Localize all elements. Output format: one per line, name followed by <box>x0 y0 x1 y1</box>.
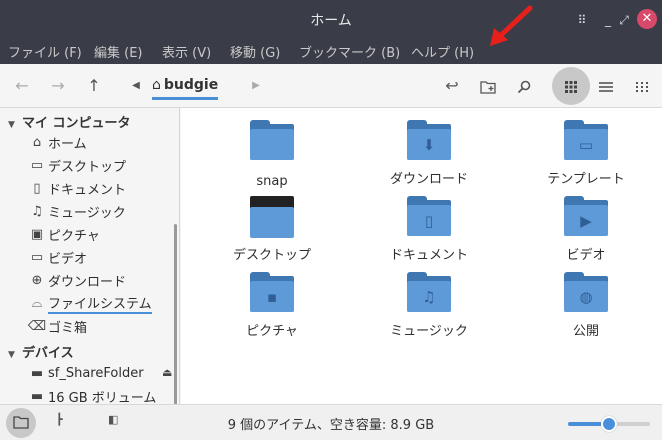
desktop-folder-icon <box>250 196 294 238</box>
download-icon: ⊕ <box>31 272 43 288</box>
list-view-button[interactable] <box>592 72 620 100</box>
search-icon[interactable] <box>510 72 538 100</box>
file-view: snap ⬇ ダウンロード ▭ テンプレート デスクトップ ▯ ドキュメント ▶… <box>181 108 662 404</box>
back-arrow-icon[interactable]: ← <box>8 72 36 100</box>
icon-view-button[interactable] <box>552 67 590 105</box>
close-button[interactable]: ✕ <box>637 9 657 29</box>
breadcrumb-label: budgie <box>163 76 219 93</box>
expand-triangle-icon: ▼ <box>8 120 15 130</box>
status-text: 9 個のアイテム、空き容量: 8.9 GB <box>227 418 435 433</box>
folder-icon <box>250 120 294 160</box>
up-arrow-icon[interactable]: ↑ <box>80 72 108 100</box>
eject-icon[interactable]: ⏏ <box>162 366 172 379</box>
menu-file[interactable]: ファイル (F) <box>8 42 82 61</box>
music-folder-icon: ♫ <box>407 272 451 312</box>
menu-go[interactable]: 移動 (G) <box>230 42 280 61</box>
title-bar: ホーム ⠿ _ ⤢ ✕ <box>0 0 662 38</box>
sidebar-item-music[interactable]: ♫ ミュージック <box>26 200 126 222</box>
sidebar-item-desktop[interactable]: ▭ デスクトップ <box>26 154 126 176</box>
sidebar-item-home[interactable]: ⌂ ホーム <box>26 131 87 153</box>
desktop-icon: ▭ <box>30 157 44 173</box>
toggle-location-icon[interactable]: ↩ <box>438 72 466 100</box>
menu-bookmarks[interactable]: ブックマーク (B) <box>299 42 400 61</box>
music-icon: ♫ <box>31 203 43 219</box>
sidebar-item-volume[interactable]: ▬ 16 GB ボリューム <box>26 385 157 405</box>
zoom-slider[interactable] <box>568 416 650 432</box>
breadcrumb-right-icon[interactable]: ▶ <box>242 72 270 100</box>
menu-view[interactable]: 表示 (V) <box>162 42 211 61</box>
sidebar-scrollbar[interactable] <box>174 224 177 404</box>
compact-view-button[interactable] <box>628 72 656 100</box>
public-folder-icon: ◍ <box>564 272 608 312</box>
video-folder-icon: ▶ <box>564 196 608 236</box>
file-item-videos[interactable]: ▶ ビデオ <box>521 196 651 263</box>
home-icon: ⌂ <box>152 76 161 93</box>
toolbar: ← → ↑ ◀ ⌂ budgie ▶ ↩ <box>0 64 662 108</box>
annotation-arrow-icon <box>490 5 533 46</box>
drive-icon: ⌓ <box>31 295 43 311</box>
breadcrumb-left-icon[interactable]: ◀ <box>122 72 150 100</box>
file-item-desktop[interactable]: デスクトップ <box>207 196 337 263</box>
maximize-button[interactable]: ⤢ <box>614 10 634 30</box>
grid-menu-icon[interactable]: ⠿ <box>572 10 592 30</box>
picture-folder-icon: ▪ <box>250 272 294 312</box>
file-item-downloads[interactable]: ⬇ ダウンロード <box>364 120 494 187</box>
file-item-public[interactable]: ◍ 公開 <box>521 272 651 339</box>
file-item-templates[interactable]: ▭ テンプレート <box>521 120 651 187</box>
sidebar-item-downloads[interactable]: ⊕ ダウンロード <box>26 269 126 291</box>
sidebar-item-sharefolder[interactable]: ▬ sf_ShareFolder <box>26 362 144 384</box>
menu-help[interactable]: ヘルプ (H) <box>411 42 474 61</box>
status-bar: ┣ ◧ 9 個のアイテム、空き容量: 8.9 GB <box>0 404 662 440</box>
new-folder-icon[interactable] <box>474 72 502 100</box>
forward-arrow-icon[interactable]: → <box>44 72 72 100</box>
file-item-snap[interactable]: snap <box>207 120 337 189</box>
document-folder-icon: ▯ <box>407 196 451 236</box>
menu-edit[interactable]: 編集 (E) <box>94 42 143 61</box>
sidebar-section-devices[interactable]: ▼ デバイス <box>8 342 74 361</box>
sidebar-section-computer[interactable]: ▼ マイ コンピュータ <box>8 112 131 131</box>
zoom-slider-knob[interactable] <box>601 416 617 432</box>
drive-icon: ▬ <box>30 388 44 404</box>
drive-icon: ▬ <box>30 365 44 381</box>
template-folder-icon: ▭ <box>564 120 608 160</box>
sidebar-item-videos[interactable]: ▭ ビデオ <box>26 246 87 268</box>
sidebar-item-pictures[interactable]: ▣ ピクチャ <box>26 223 100 245</box>
sidebar-item-trash[interactable]: ⌫ ゴミ箱 <box>26 315 87 337</box>
expand-triangle-icon: ▼ <box>8 350 15 360</box>
menu-bar: ファイル (F) 編集 (E) 表示 (V) 移動 (G) ブックマーク (B)… <box>0 38 662 64</box>
breadcrumb[interactable]: ⌂ budgie <box>152 74 219 100</box>
picture-icon: ▣ <box>30 226 44 242</box>
window-title: ホーム <box>310 13 352 29</box>
file-item-music[interactable]: ♫ ミュージック <box>364 272 494 339</box>
home-icon: ⌂ <box>32 134 42 150</box>
file-item-pictures[interactable]: ▪ ピクチャ <box>207 272 337 339</box>
sidebar-item-documents[interactable]: ▯ ドキュメント <box>26 177 126 199</box>
download-folder-icon: ⬇ <box>407 120 451 160</box>
file-item-documents[interactable]: ▯ ドキュメント <box>364 196 494 263</box>
document-icon: ▯ <box>33 180 41 196</box>
video-icon: ▭ <box>30 249 44 265</box>
trash-icon: ⌫ <box>27 318 47 334</box>
sidebar-item-filesystem[interactable]: ⌓ ファイルシステム <box>26 292 152 314</box>
sidebar: ▼ マイ コンピュータ ⌂ ホーム ▭ デスクトップ ▯ ドキュメント ♫ ミュージック … <box>0 108 180 404</box>
